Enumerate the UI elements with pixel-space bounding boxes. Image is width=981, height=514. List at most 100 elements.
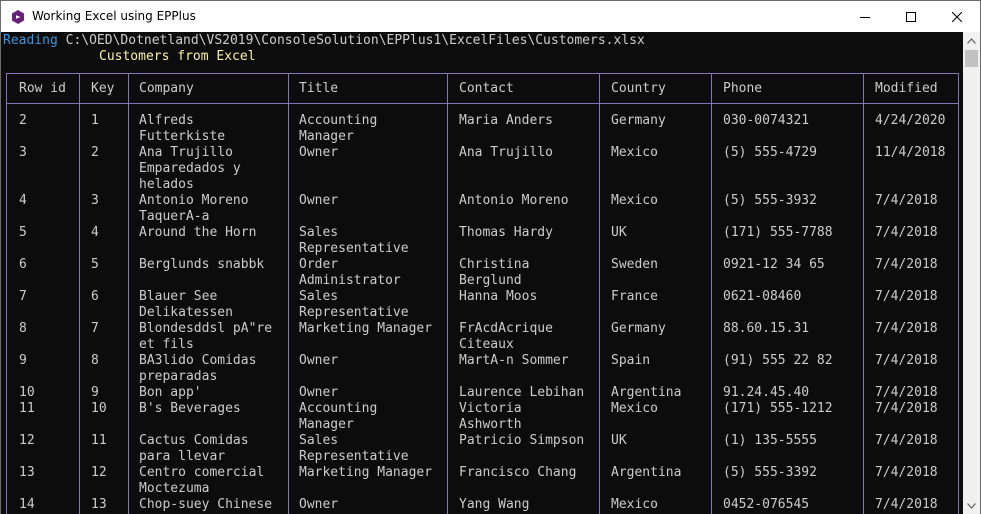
cell-row: 6 [19,257,27,272]
cell-title: Owner [299,145,339,160]
cell-country: Spain [611,353,651,368]
cell-title: Representative [299,305,409,320]
cell-phone: (5) 555-3392 [723,465,817,480]
cell-phone: 91.24.45.40 [723,385,810,400]
cell-modified: 7/4/2018 [875,401,938,416]
cell-company: BA3lido Comidas [139,353,257,368]
cell-country: UK [611,433,627,448]
cell-contact: Antonio Moreno [459,193,569,208]
cell-country: Germany [611,113,666,128]
cell-phone: (5) 555-3932 [723,193,817,208]
cell-company: helados [139,177,194,192]
console-output[interactable]: Reading C:\OED\Dotnetland\VS2019\Console… [1,32,963,514]
cell-key: 3 [91,193,99,208]
cell-title: Owner [299,385,339,400]
cell-country: Mexico [611,401,658,416]
cell-key: 7 [91,321,99,336]
cell-key: 5 [91,257,99,272]
cell-title: Manager [299,129,354,144]
cell-contact: Citeaux [459,337,514,352]
header-title: Title [299,81,339,96]
cell-phone: (171) 555-1212 [723,401,833,416]
cell-row: 5 [19,225,27,240]
minimize-button[interactable] [842,1,888,32]
cell-key: 1 [91,113,99,128]
scroll-down-button[interactable] [963,497,980,514]
scroll-up-button[interactable] [963,32,980,49]
maximize-icon [906,11,916,22]
cell-contact: Victoria [459,401,522,416]
cell-modified: 11/4/2018 [875,145,946,160]
cell-row: 10 [19,385,35,400]
cell-key: 11 [91,433,107,448]
cell-company: Alfreds [139,113,194,128]
cell-contact: Ashworth [459,417,522,432]
subtitle: Customers from Excel [99,49,256,64]
cell-key: 12 [91,465,107,480]
cell-country: Argentina [611,385,682,400]
cell-phone: (171) 555-7788 [723,225,833,240]
cell-title: Administrator [299,273,401,288]
console-window: Working Excel using EPPlus Reading C:\OE… [0,0,981,514]
cell-company: Blondesddsl pA"re [139,321,273,336]
cell-modified: 7/4/2018 [875,321,938,336]
cell-title: Owner [299,497,339,512]
cell-contact: MartA-n Sommer [459,353,569,368]
header-key: Key [91,81,115,96]
cell-row: 2 [19,113,27,128]
cell-key: 8 [91,353,99,368]
vertical-scrollbar[interactable] [963,32,980,514]
cell-country: Mexico [611,497,658,512]
cell-company: Blauer See [139,289,218,304]
cell-company: TaquerA-a [139,209,210,224]
minimize-icon [860,16,870,18]
cell-contact: Berglund [459,273,522,288]
column-divider [128,73,129,514]
title-bar[interactable]: Working Excel using EPPlus [1,1,980,32]
header-contact: Contact [459,81,514,96]
cell-modified: 7/4/2018 [875,385,938,400]
cell-company: Bon app' [139,385,202,400]
cell-company: Antonio Moreno [139,193,249,208]
close-button[interactable] [934,1,980,32]
cell-country: Mexico [611,193,658,208]
window-title: Working Excel using EPPlus [32,9,196,23]
header-modified: Modified [875,81,938,96]
scrollbar-thumb[interactable] [965,50,978,67]
cell-title: Sales [299,289,339,304]
cell-phone: (1) 135-5555 [723,433,817,448]
cell-contact: Hanna Moos [459,289,538,304]
cell-contact: Thomas Hardy [459,225,553,240]
cell-key: 9 [91,385,99,400]
column-divider [863,73,864,514]
cell-contact: Patricio Simpson [459,433,585,448]
cell-contact: Ana Trujillo [459,145,553,160]
cell-modified: 7/4/2018 [875,257,938,272]
cell-company: Chop-suey Chinese [139,497,273,512]
close-icon [952,11,962,22]
cell-company: preparadas [139,369,218,384]
cell-modified: 7/4/2018 [875,433,938,448]
cell-country: France [611,289,658,304]
cell-key: 2 [91,145,99,160]
reading-path: C:\OED\Dotnetland\VS2019\ConsoleSolution… [65,33,645,48]
cell-phone: (91) 555 22 82 [723,353,833,368]
cell-row: 14 [19,497,35,512]
cell-country: Sweden [611,257,658,272]
cell-modified: 4/24/2020 [875,113,946,128]
chevron-down-icon [967,502,976,509]
cell-modified: 7/4/2018 [875,225,938,240]
cell-contact: Christina [459,257,530,272]
cell-company: Around the Horn [139,225,257,240]
column-divider [288,73,289,514]
header-country: Country [611,81,666,96]
cell-key: 6 [91,289,99,304]
column-divider [447,73,448,514]
cell-company: Moctezuma [139,481,210,496]
cell-country: Argentina [611,465,682,480]
header-separator [6,103,959,104]
cell-phone: 030-0074321 [723,113,810,128]
maximize-button[interactable] [888,1,934,32]
cell-title: Owner [299,193,339,208]
cell-row: 13 [19,465,35,480]
